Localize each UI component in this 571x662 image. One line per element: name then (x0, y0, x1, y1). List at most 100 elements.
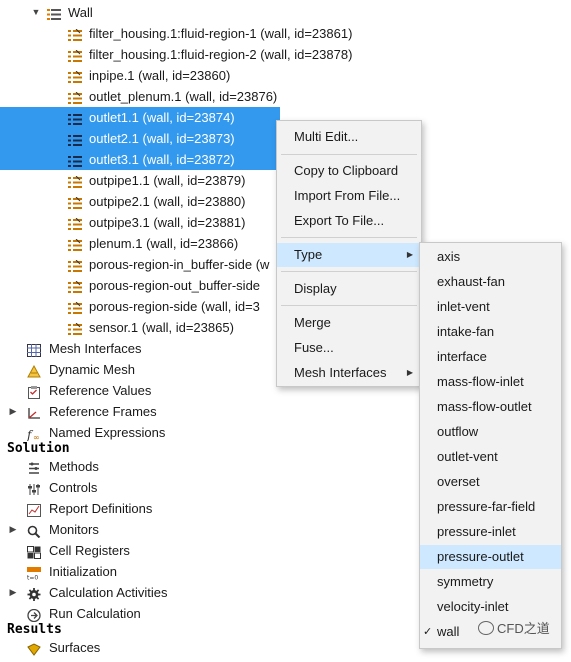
tree-item-wall-group[interactable]: ▼ Wall (0, 2, 571, 23)
expanded-arrow-icon[interactable]: ▼ (30, 2, 42, 23)
submenu-arrow-icon: ▶ (406, 368, 413, 377)
boundary-label: outlet2.1 (wall, id=23873) (89, 131, 235, 146)
tree-item-label: Dynamic Mesh (49, 362, 135, 377)
mesh-interfaces-icon (27, 342, 41, 357)
boundary-label: outlet_plenum.1 (wall, id=23876) (89, 89, 278, 104)
tree-item-boundary[interactable]: filter_housing.1:fluid-region-1 (wall, i… (0, 23, 571, 44)
magnifier-icon (27, 523, 41, 539)
svg-text:t=0: t=0 (27, 575, 38, 581)
dynamic-mesh-icon (27, 363, 41, 378)
collapsed-arrow-icon[interactable]: ▶ (7, 519, 19, 540)
type-option-intake-fan[interactable]: intake-fan (420, 320, 561, 344)
wall-boundary-icon (68, 279, 82, 293)
wall-boundary-icon (68, 69, 82, 83)
wall-boundary-icon (68, 48, 82, 62)
menu-item-export-to-file[interactable]: Export To File... (277, 209, 421, 233)
type-option-mass-flow-inlet[interactable]: mass-flow-inlet (420, 370, 561, 394)
tree-item-boundary[interactable]: inpipe.1 (wall, id=23860) (0, 65, 571, 86)
menu-item-fuse[interactable]: Fuse... (277, 336, 421, 360)
tree-item-label: Methods (49, 459, 99, 474)
menu-item-mesh-interfaces[interactable]: Mesh Interfaces ▶ (277, 361, 421, 385)
menu-separator (281, 237, 417, 238)
boundary-label: filter_housing.1:fluid-region-2 (wall, i… (89, 47, 353, 62)
type-option-exhaust-fan[interactable]: exhaust-fan (420, 270, 561, 294)
boundary-label: inpipe.1 (wall, id=23860) (89, 68, 231, 83)
menu-separator (281, 305, 417, 306)
menu-item-type-label: Type (294, 247, 323, 262)
boundary-label: outlet1.1 (wall, id=23874) (89, 110, 235, 125)
surfaces-icon (27, 641, 41, 656)
menu-item-type[interactable]: Type ▶ (277, 243, 421, 267)
gear-icon (27, 586, 41, 601)
type-option-inlet-vent[interactable]: inlet-vent (420, 295, 561, 319)
type-option-overset[interactable]: overset (420, 470, 561, 494)
type-option-velocity-inlet[interactable]: velocity-inlet (420, 595, 561, 619)
boundary-label: filter_housing.1:fluid-region-1 (wall, i… (89, 26, 353, 41)
wall-boundary-icon (68, 90, 82, 104)
tree-item-label: Reference Values (49, 383, 152, 398)
menu-item-multi-edit[interactable]: Multi Edit... (277, 125, 421, 149)
type-option-outlet-vent[interactable]: outlet-vent (420, 445, 561, 469)
section-header-results[interactable]: Results (7, 622, 62, 637)
wall-boundary-icon (68, 300, 82, 314)
tree-item-boundary[interactable]: outlet_plenum.1 (wall, id=23876) (0, 86, 571, 107)
tree-item-label: Reference Frames (49, 404, 157, 419)
menu-item-display[interactable]: Display (277, 277, 421, 301)
section-header-solution[interactable]: Solution (7, 441, 70, 456)
type-option-symmetry[interactable]: symmetry (420, 570, 561, 594)
boundary-list-icon (47, 6, 61, 20)
tree-item-label: Mesh Interfaces (49, 341, 142, 356)
wall-boundary-icon (68, 258, 82, 272)
svg-text:∞: ∞ (33, 433, 40, 441)
wall-boundary-icon (68, 111, 82, 125)
type-option-wall-label: wall (437, 624, 460, 639)
boundary-label: outpipe3.1 (wall, id=23881) (89, 215, 246, 230)
type-option-axis[interactable]: axis (420, 245, 561, 269)
tree-item-boundary[interactable]: filter_housing.1:fluid-region-2 (wall, i… (0, 44, 571, 65)
watermark: CFD之道 (478, 618, 550, 637)
menu-item-mesh-interfaces-label: Mesh Interfaces (294, 365, 387, 380)
type-option-outflow[interactable]: outflow (420, 420, 561, 444)
menu-item-merge[interactable]: Merge (277, 311, 421, 335)
boundary-label: outpipe1.1 (wall, id=23879) (89, 173, 246, 188)
tree-item-label: Report Definitions (49, 501, 153, 516)
menu-item-copy-to-clipboard[interactable]: Copy to Clipboard (277, 159, 421, 183)
boundary-label: outpipe2.1 (wall, id=23880) (89, 194, 246, 209)
wall-boundary-icon (68, 174, 82, 188)
type-option-pressure-outlet[interactable]: pressure-outlet (420, 545, 561, 569)
menu-item-import-from-file[interactable]: Import From File... (277, 184, 421, 208)
boundary-label: sensor.1 (wall, id=23865) (89, 320, 234, 335)
type-option-mass-flow-outlet[interactable]: mass-flow-outlet (420, 395, 561, 419)
boundary-label: porous-region-out_buffer-side (89, 278, 261, 293)
initialization-icon: t=0 (27, 565, 41, 582)
boundary-label: plenum.1 (wall, id=23866) (89, 236, 239, 251)
boundary-label: porous-region-in_buffer-side (w (89, 257, 270, 272)
type-option-pressure-far-field[interactable]: pressure-far-field (420, 495, 561, 519)
context-menu: Multi Edit... Copy to Clipboard Import F… (276, 120, 422, 387)
wall-boundary-icon (68, 321, 82, 335)
clipboard-icon (27, 384, 41, 399)
cell-registers-icon (27, 544, 41, 559)
collapsed-arrow-icon[interactable]: ▶ (7, 401, 19, 422)
tree-item-label: Named Expressions (49, 425, 166, 440)
wall-boundary-icon (68, 195, 82, 209)
report-icon (27, 502, 41, 517)
axes-icon (27, 405, 41, 419)
collapsed-arrow-icon[interactable]: ▶ (7, 582, 19, 603)
wall-boundary-icon (68, 153, 82, 167)
run-icon (27, 607, 41, 623)
type-option-interface[interactable]: interface (420, 345, 561, 369)
submenu-arrow-icon: ▶ (406, 250, 413, 259)
type-submenu: axis exhaust-fan inlet-vent intake-fan i… (419, 242, 562, 649)
boundary-label: porous-region-side (wall, id=3 (89, 299, 260, 314)
wall-boundary-icon (68, 27, 82, 41)
wechat-icon (478, 621, 494, 635)
tree-item-label: Calculation Activities (49, 585, 168, 600)
wall-boundary-icon (68, 216, 82, 230)
tree-item-label: Initialization (49, 564, 117, 579)
type-option-pressure-inlet[interactable]: pressure-inlet (420, 520, 561, 544)
tree-item-label: Run Calculation (49, 606, 141, 621)
tree-item-label: Surfaces (49, 640, 101, 655)
wall-boundary-icon (68, 237, 82, 251)
tree-item-label: Cell Registers (49, 543, 130, 558)
